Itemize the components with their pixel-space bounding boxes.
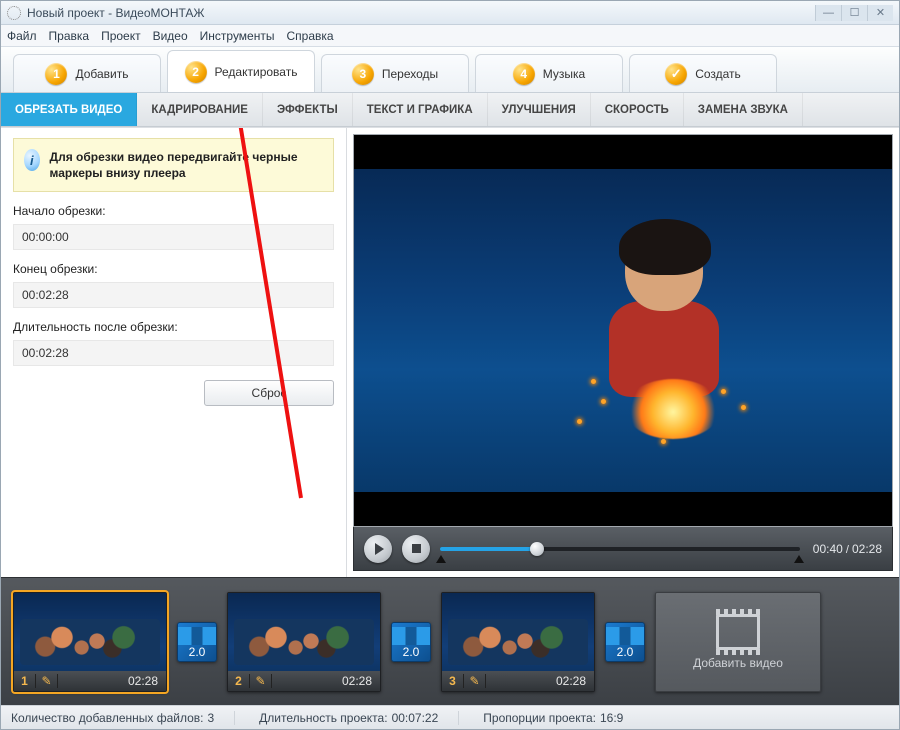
preview-frame	[354, 135, 892, 526]
play-button[interactable]	[364, 535, 392, 563]
menubar: Файл Правка Проект Видео Инструменты Спр…	[1, 25, 899, 47]
pencil-icon[interactable]: ✎	[36, 674, 58, 688]
add-video-tile[interactable]: Добавить видео	[655, 592, 821, 692]
subtab-crop[interactable]: КАДРИРОВАНИЕ	[137, 93, 263, 126]
statusbar: Количество добавленных файлов: 3 Длительн…	[1, 705, 899, 729]
hint-text: Для обрезки видео передвигайте черные ма…	[50, 149, 323, 181]
player-time: 00:40 / 02:28	[810, 542, 882, 556]
maximize-button[interactable]: ☐	[841, 5, 867, 21]
time-current: 00:40	[813, 542, 843, 556]
status-files-value: 3	[207, 711, 214, 725]
video-preview[interactable]	[353, 134, 893, 527]
info-icon: i	[24, 149, 40, 171]
stage-badge-icon: 4	[513, 63, 535, 85]
transition-duration: 2.0	[403, 645, 420, 659]
trim-duration-label: Длительность после обрезки:	[13, 320, 334, 334]
stage-tab-transitions[interactable]: 3 Переходы	[321, 54, 469, 92]
subtab-enhance[interactable]: УЛУЧШЕНИЯ	[488, 93, 591, 126]
seek-thumb[interactable]	[530, 542, 544, 556]
menu-project[interactable]: Проект	[101, 29, 141, 43]
stop-button[interactable]	[402, 535, 430, 563]
trim-duration-value: 00:02:28	[13, 340, 334, 366]
clip-index: 1	[14, 674, 36, 688]
timeline-clip-2[interactable]: 2 ✎ 02:28	[227, 592, 381, 692]
timeline-clip-1[interactable]: 1 ✎ 02:28	[13, 592, 167, 692]
transition-duration: 2.0	[189, 645, 206, 659]
stage-check-icon	[665, 63, 687, 85]
titlebar: Новый проект - ВидеоМОНТАЖ — ☐ ✕	[1, 1, 899, 25]
stage-label: Добавить	[75, 67, 128, 81]
timeline-clip-3[interactable]: 3 ✎ 02:28	[441, 592, 595, 692]
clip-duration: 02:28	[128, 674, 166, 688]
film-icon	[716, 614, 760, 650]
transition-duration: 2.0	[617, 645, 634, 659]
stage-badge-icon: 2	[185, 61, 207, 83]
stage-tab-edit[interactable]: 2 Редактировать	[167, 50, 315, 92]
trim-marker-start[interactable]	[436, 555, 446, 563]
clip-index: 2	[228, 674, 250, 688]
trim-start-value[interactable]: 00:00:00	[13, 224, 334, 250]
pencil-icon[interactable]: ✎	[250, 674, 272, 688]
status-duration-value: 00:07:22	[392, 711, 439, 725]
subtab-replace-audio[interactable]: ЗАМЕНА ЗВУКА	[684, 93, 803, 126]
trim-end-label: Конец обрезки:	[13, 262, 334, 276]
add-video-label: Добавить видео	[693, 656, 783, 670]
player-bar: 00:40 / 02:28	[353, 527, 893, 571]
stage-tab-music[interactable]: 4 Музыка	[475, 54, 623, 92]
pencil-icon[interactable]: ✎	[464, 674, 486, 688]
transition-1[interactable]: 2.0	[177, 622, 217, 662]
sub-tabs: ОБРЕЗАТЬ ВИДЕО КАДРИРОВАНИЕ ЭФФЕКТЫ ТЕКС…	[1, 93, 899, 127]
window-title: Новый проект - ВидеоМОНТАЖ	[27, 6, 205, 20]
status-files-label: Количество добавленных файлов:	[11, 711, 203, 725]
menu-video[interactable]: Видео	[153, 29, 188, 43]
time-total: 02:28	[852, 542, 882, 556]
transition-3[interactable]: 2.0	[605, 622, 645, 662]
stage-tabs: 1 Добавить 2 Редактировать 3 Переходы 4 …	[1, 47, 899, 93]
trim-marker-end[interactable]	[794, 555, 804, 563]
subtab-trim[interactable]: ОБРЕЗАТЬ ВИДЕО	[1, 93, 137, 126]
subtab-speed[interactable]: СКОРОСТЬ	[591, 93, 684, 126]
stop-icon	[412, 544, 421, 553]
stage-badge-icon: 1	[45, 63, 67, 85]
status-aspect-label: Пропорции проекта:	[483, 711, 596, 725]
trim-end-value[interactable]: 00:02:28	[13, 282, 334, 308]
status-duration-label: Длительность проекта:	[259, 711, 387, 725]
hint-box: i Для обрезки видео передвигайте черные …	[13, 138, 334, 192]
subtab-text-graphics[interactable]: ТЕКСТ И ГРАФИКА	[353, 93, 488, 126]
stage-label: Переходы	[382, 67, 438, 81]
clip-duration: 02:28	[556, 674, 594, 688]
stage-tab-add[interactable]: 1 Добавить	[13, 54, 161, 92]
menu-edit[interactable]: Правка	[49, 29, 90, 43]
menu-tools[interactable]: Инструменты	[200, 29, 275, 43]
seek-bar[interactable]	[440, 540, 800, 558]
transition-2[interactable]: 2.0	[391, 622, 431, 662]
trim-panel: i Для обрезки видео передвигайте черные …	[1, 128, 347, 577]
close-button[interactable]: ✕	[867, 5, 893, 21]
stage-label: Редактировать	[215, 65, 298, 79]
stage-label: Создать	[695, 67, 741, 81]
reset-button[interactable]: Сброс	[204, 380, 334, 406]
trim-start-label: Начало обрезки:	[13, 204, 334, 218]
stage-label: Музыка	[543, 67, 585, 81]
menu-file[interactable]: Файл	[7, 29, 37, 43]
menu-help[interactable]: Справка	[286, 29, 333, 43]
app-icon	[7, 6, 21, 20]
stage-badge-icon: 3	[352, 63, 374, 85]
status-aspect-value: 16:9	[600, 711, 623, 725]
clip-index: 3	[442, 674, 464, 688]
stage-tab-create[interactable]: Создать	[629, 54, 777, 92]
subtab-effects[interactable]: ЭФФЕКТЫ	[263, 93, 353, 126]
play-icon	[375, 543, 384, 555]
minimize-button[interactable]: —	[815, 5, 841, 21]
clip-duration: 02:28	[342, 674, 380, 688]
timeline[interactable]: 1 ✎ 02:28 2.0 2 ✎ 02:28 2.0 3 ✎ 02:28 2.…	[1, 577, 899, 705]
